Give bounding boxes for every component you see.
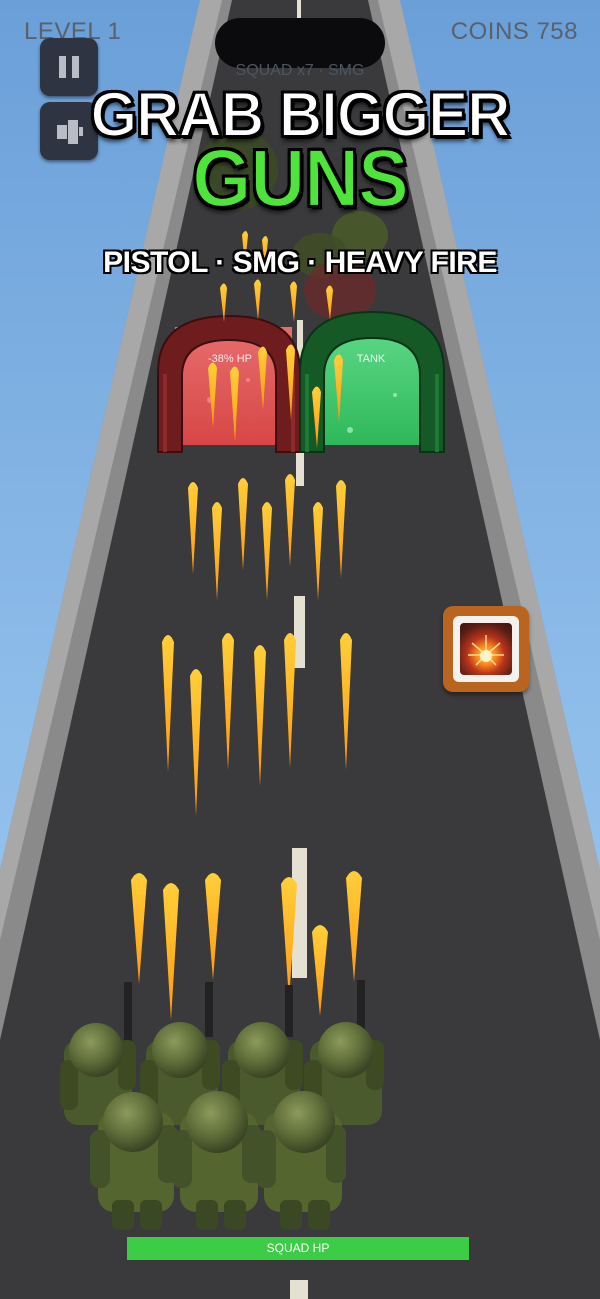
lane-marking: [296, 452, 304, 486]
device-notch: [215, 18, 385, 68]
squad-hp-bar: SQUAD HP: [127, 1237, 469, 1260]
explosion-icon: [460, 623, 512, 675]
lane-marking: [294, 596, 305, 668]
pause-icon: [59, 56, 79, 78]
gate-positive: [299, 310, 445, 453]
gate-positive-label: TANK: [356, 353, 386, 365]
headline-subtitle: PISTOL · SMG · HEAVY FIRE: [103, 246, 497, 279]
headline-highlight: GUNS: [191, 132, 410, 226]
powerup-frame: [453, 616, 519, 682]
powerup-crate[interactable]: [443, 606, 529, 692]
gate-negative: [157, 314, 301, 453]
squad-hp-label: SQUAD HP: [266, 1241, 330, 1255]
coins-counter: COINS 758: [450, 18, 578, 45]
gate-negative-label: -38% HP: [207, 353, 253, 365]
lane-marking: [290, 1280, 308, 1299]
